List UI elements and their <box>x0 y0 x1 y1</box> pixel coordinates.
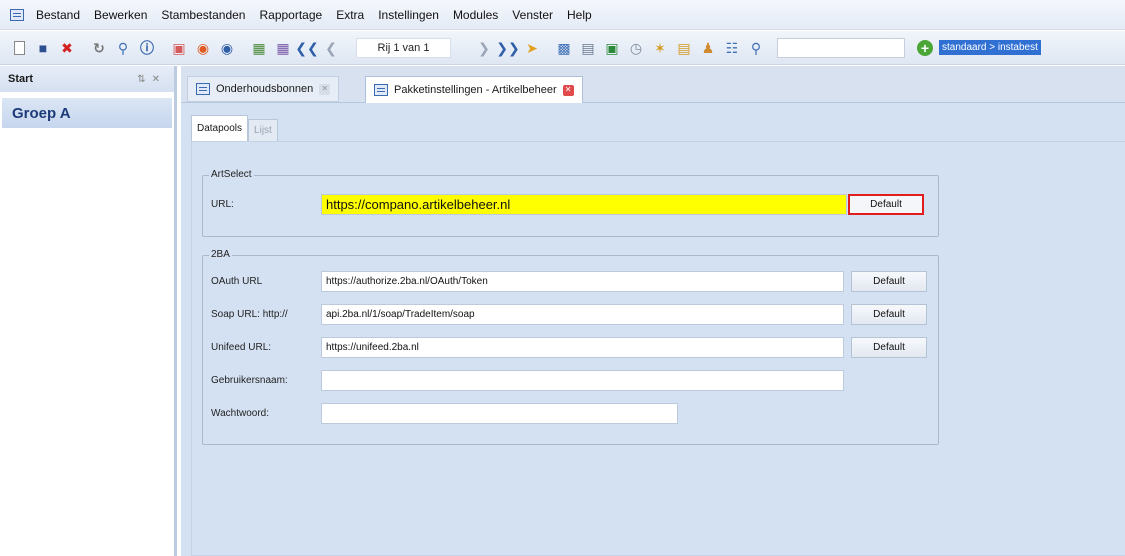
password-input[interactable] <box>321 403 678 424</box>
menu-bewerken[interactable]: Bewerken <box>94 8 147 22</box>
soap-url-input[interactable]: api.2ba.nl/1/soap/TradeItem/soap <box>321 304 844 325</box>
menu-rapportage[interactable]: Rapportage <box>259 8 322 22</box>
username-label: Gebruikersnaam: <box>211 375 288 386</box>
toolbar: ■ ✖ ↻ ⚲ ⓘ ▣ ◉ ◉ ▦ ▦ ❮❮ ❮ Rij 1 van 1 ❯ ❯… <box>0 31 1125 65</box>
document-tabstrip: Onderhoudsbonnen ✕ Pakketinstellingen - … <box>181 66 1125 103</box>
datapools-panel: ArtSelect URL: https://compano.artikelbe… <box>191 141 1125 556</box>
form-icon <box>374 84 388 96</box>
new-document-icon[interactable] <box>10 39 28 57</box>
tab-lijst[interactable]: Lijst <box>248 119 278 141</box>
star-icon[interactable]: ✶ <box>651 39 669 57</box>
soap-default-button[interactable]: Default <box>851 304 927 325</box>
soap-url-label: Soap URL: http:// <box>211 309 288 320</box>
table-icon[interactable]: ▩ <box>555 39 573 57</box>
oauth-default-button[interactable]: Default <box>851 271 927 292</box>
start-panel-header: Start ⇅✕ <box>0 66 174 92</box>
excel-icon[interactable]: ▣ <box>603 39 621 57</box>
oauth-url-label: OAuth URL <box>211 276 263 287</box>
menu-extra[interactable]: Extra <box>336 8 364 22</box>
document-icon[interactable]: ▤ <box>579 39 597 57</box>
tab-pakketinstellingen-label: Pakketinstellingen - Artikelbeheer <box>394 84 557 96</box>
close-icon[interactable]: ✕ <box>319 83 331 95</box>
print-icon[interactable]: ◉ <box>194 39 212 57</box>
network-icon[interactable]: ☷ <box>723 39 741 57</box>
close-icon[interactable]: ✕ <box>562 84 574 96</box>
app-icon[interactable] <box>10 8 24 21</box>
content-area: Datapools Lijst ArtSelect URL: https://c… <box>181 103 1125 556</box>
info-icon[interactable]: ⓘ <box>138 39 156 57</box>
artselect-default-button[interactable]: Default <box>848 194 924 215</box>
brush-icon[interactable]: ➤ <box>523 39 541 57</box>
unifeed-url-input[interactable]: https://unifeed.2ba.nl <box>321 337 844 358</box>
oauth-url-input[interactable]: https://authorize.2ba.nl/OAuth/Token <box>321 271 844 292</box>
profile-selector[interactable]: standaard > instabest <box>939 40 1041 55</box>
search-icon[interactable]: ⚲ <box>114 39 132 57</box>
tab-onderhoudsbonnen-label: Onderhoudsbonnen <box>216 83 314 95</box>
menu-help[interactable]: Help <box>567 8 592 22</box>
username-input[interactable] <box>321 370 844 391</box>
group-a[interactable]: Groep A <box>2 98 172 128</box>
delete-icon[interactable]: ✖ <box>58 39 76 57</box>
grid-icon[interactable]: ▦ <box>250 39 268 57</box>
grid-edit-icon[interactable]: ▦ <box>274 39 292 57</box>
save-icon[interactable]: ■ <box>34 39 52 57</box>
first-record-icon[interactable]: ❮❮ <box>295 39 318 57</box>
toolbar-search-input[interactable] <box>777 37 905 58</box>
chart-icon[interactable]: ▤ <box>675 39 693 57</box>
artselect-url-input[interactable]: https://compano.artikelbeheer.nl <box>321 194 847 215</box>
form-icon <box>196 83 210 95</box>
preview-icon[interactable]: ▣ <box>170 39 188 57</box>
twoba-group: 2BA OAuth URL https://authorize.2ba.nl/O… <box>202 249 939 445</box>
artselect-group: ArtSelect URL: https://compano.artikelbe… <box>202 169 939 237</box>
panel-pin-close-icons[interactable]: ⇅✕ <box>137 74 166 85</box>
tab-datapools[interactable]: Datapools <box>191 115 249 141</box>
menu-bestand[interactable]: Bestand <box>36 8 80 22</box>
menu-instellingen[interactable]: Instellingen <box>378 8 439 22</box>
menu-modules[interactable]: Modules <box>453 8 498 22</box>
unifeed-default-button[interactable]: Default <box>851 337 927 358</box>
tab-pakketinstellingen[interactable]: Pakketinstellingen - Artikelbeheer ✕ <box>365 76 583 103</box>
menu-venster[interactable]: Venster <box>512 8 553 22</box>
globe-icon[interactable]: ◉ <box>218 39 236 57</box>
url-label: URL: <box>211 199 234 210</box>
artselect-title: ArtSelect <box>209 169 254 180</box>
refresh-icon[interactable]: ↻ <box>90 39 108 57</box>
tab-onderhoudsbonnen[interactable]: Onderhoudsbonnen ✕ <box>187 76 340 102</box>
start-panel-title: Start <box>8 73 34 85</box>
next-record-icon[interactable]: ❯ <box>475 39 493 57</box>
clock-icon[interactable]: ◷ <box>627 39 645 57</box>
add-icon[interactable]: + <box>917 39 933 56</box>
users-icon[interactable]: ♟ <box>699 39 717 57</box>
last-record-icon[interactable]: ❯❯ <box>496 39 519 57</box>
menu-stambestanden[interactable]: Stambestanden <box>161 8 245 22</box>
password-label: Wachtwoord: <box>211 408 269 419</box>
menu-bar: Bestand Bewerken Stambestanden Rapportag… <box>0 0 1125 30</box>
find-icon[interactable]: ⚲ <box>747 39 765 57</box>
start-panel: Start ⇅✕ Groep A <box>0 66 177 556</box>
twoba-title: 2BA <box>209 249 232 260</box>
previous-record-icon[interactable]: ❮ <box>322 39 340 57</box>
record-indicator: Rij 1 van 1 <box>356 37 451 58</box>
inner-tabs: Datapools Lijst <box>191 115 278 141</box>
unifeed-url-label: Unifeed URL: <box>211 342 272 353</box>
